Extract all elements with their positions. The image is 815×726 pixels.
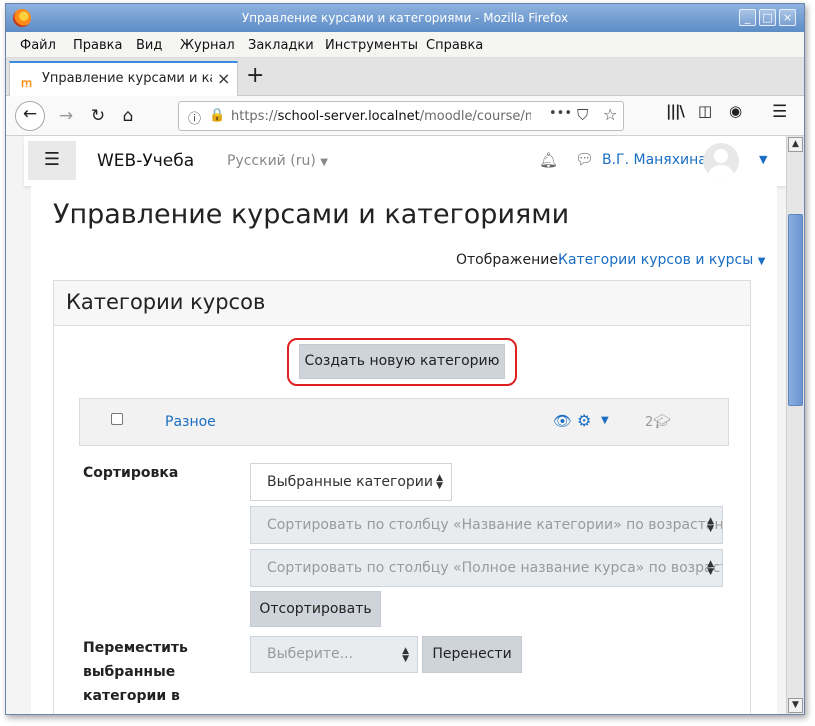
user-menu-caret-icon[interactable]: ▼ <box>759 153 767 166</box>
url-scheme: https:// <box>231 109 278 124</box>
create-category-button[interactable]: Создать новую категорию <box>299 344 505 379</box>
site-name[interactable]: WEB-Учеба <box>97 151 194 171</box>
course-count: 2🎓︎ <box>645 414 671 430</box>
info-icon[interactable]: ⓘ <box>188 108 201 127</box>
library-icon[interactable]: |||\ <box>666 102 685 120</box>
page-viewport: ☰ WEB-Учеба Русский (ru) ▼ 🔔︎ 💬︎ В.Г. Ма… <box>6 136 786 714</box>
scrollbar-thumb[interactable] <box>788 214 803 406</box>
moodle-favicon-icon: ꭑ <box>21 76 33 90</box>
visibility-eye-icon[interactable]: 👁︎ <box>553 412 572 430</box>
categories-heading: Категории курсов <box>66 290 266 314</box>
main-content: Управление курсами и категориями Отображ… <box>31 186 777 714</box>
sort-categories-value: Сортировать по столбцу «Название категор… <box>267 517 723 533</box>
home-button[interactable]: ⌂ <box>114 102 142 130</box>
settings-gear-icon[interactable]: ⚙ <box>577 411 591 430</box>
select-arrows-icon: ▲ ▼ <box>707 516 714 534</box>
language-menu[interactable]: Русский (ru) ▼ <box>227 153 328 169</box>
move-target-select[interactable]: Выберите... ▲ ▼ <box>250 636 418 673</box>
move-label: Переместить выбранные категории в <box>83 636 188 708</box>
category-name-link[interactable]: Разное <box>165 414 216 430</box>
sort-scope-select[interactable]: Выбранные категории ▲ ▼ <box>250 463 452 501</box>
menu-file[interactable]: Файл <box>20 38 56 53</box>
page-scrollbar[interactable]: ▲ ▼ <box>786 136 804 714</box>
back-button[interactable]: ← <box>15 101 45 131</box>
move-label-line: категории в <box>83 688 180 704</box>
sort-courses-value: Сортировать по столбцу «Полное название … <box>267 560 723 576</box>
new-tab-button[interactable]: + <box>246 63 264 88</box>
sort-categories-select[interactable]: Сортировать по столбцу «Название категор… <box>250 506 723 544</box>
scroll-up-arrow-icon[interactable]: ▲ <box>788 137 803 152</box>
title-bar: Управление курсами и категориями - Mozil… <box>6 4 804 32</box>
display-caret-icon: ▼ <box>757 256 766 267</box>
menu-history[interactable]: Журнал <box>180 38 235 53</box>
url-text[interactable]: https://school-server.localnet/moodle/co… <box>231 109 531 124</box>
menu-view[interactable]: Вид <box>136 38 162 53</box>
tab-label: Управление курсами и кате <box>42 71 212 86</box>
url-host: school-server.localnet <box>277 109 420 124</box>
display-mode-value: Категории курсов и курсы <box>558 252 754 268</box>
language-caret-icon: ▼ <box>320 157 328 168</box>
maximize-button[interactable]: □ <box>759 9 776 26</box>
sort-button[interactable]: Отсортировать <box>250 591 381 627</box>
url-bar[interactable]: ⓘ 🔒 https://school-server.localnet/moodl… <box>178 101 624 131</box>
move-label-line: Переместить <box>83 640 188 656</box>
drawer-toggle-button[interactable]: ☰ <box>28 141 76 180</box>
close-window-button[interactable]: × <box>779 9 796 26</box>
minimize-button[interactable]: _ <box>739 9 756 26</box>
browser-window: Управление курсами и категориями - Mozil… <box>5 3 805 715</box>
move-target-value: Выберите... <box>267 646 354 662</box>
sidebar-icon[interactable]: ◫ <box>698 102 712 120</box>
page-title: Управление курсами и категориями <box>53 199 570 230</box>
account-icon[interactable]: ◉ <box>729 102 742 120</box>
user-name[interactable]: В.Г. Маняхина <box>602 152 707 168</box>
url-path: /moodle/course/ma <box>419 109 531 124</box>
category-row: Разное 👁︎ ⚙ ▼ 2🎓︎ <box>79 398 729 446</box>
menu-tools[interactable]: Инструменты <box>325 38 418 53</box>
forward-button[interactable]: → <box>52 102 80 130</box>
display-label: Отображение: <box>456 252 563 268</box>
notifications-bell-icon[interactable]: 🔔︎ <box>539 151 558 169</box>
bookmark-star-icon[interactable]: ☆ <box>603 105 617 124</box>
reload-button[interactable]: ↻ <box>84 102 112 130</box>
moodle-navbar: ☰ WEB-Учеба Русский (ru) ▼ 🔔︎ 💬︎ В.Г. Ма… <box>24 136 786 186</box>
category-checkbox[interactable] <box>111 413 123 425</box>
categories-card-header: Категории курсов <box>54 281 750 326</box>
menu-edit[interactable]: Правка <box>73 38 122 53</box>
tab-strip: ꭑ Управление курсами и кате × + <box>6 58 804 96</box>
sort-label: Сортировка <box>83 465 179 481</box>
select-arrows-icon: ▲ ▼ <box>707 559 714 577</box>
tab-close-icon[interactable]: × <box>217 69 230 88</box>
move-button[interactable]: Перенести <box>422 636 522 673</box>
menu-bar: Файл Правка Вид Журнал Закладки Инструме… <box>6 32 804 58</box>
tab-course-management[interactable]: ꭑ Управление курсами и кате × <box>9 61 238 96</box>
navigation-toolbar: ← → ↻ ⌂ ⓘ 🔒 https://school-server.localn… <box>6 96 804 136</box>
categories-card: Категории курсов Создать новую категорию… <box>53 280 751 714</box>
menu-bookmarks[interactable]: Закладки <box>248 38 314 53</box>
window-title: Управление курсами и категориями - Mozil… <box>241 11 569 25</box>
page-actions-icon[interactable]: ••• <box>549 106 572 121</box>
scroll-down-arrow-icon[interactable]: ▼ <box>788 698 803 713</box>
graduation-cap-icon: 🎓︎ <box>653 414 672 430</box>
sort-courses-select[interactable]: Сортировать по столбцу «Полное название … <box>250 549 723 587</box>
select-arrows-icon: ▲ ▼ <box>436 473 443 491</box>
move-label-line: выбранные <box>83 664 176 680</box>
menu-help[interactable]: Справка <box>426 38 483 53</box>
pocket-icon[interactable]: ⛉ <box>577 106 588 124</box>
language-label: Русский (ru) <box>227 153 316 169</box>
display-mode-dropdown[interactable]: Категории курсов и курсы ▼ <box>558 252 765 268</box>
select-arrows-icon: ▲ ▼ <box>402 645 409 664</box>
actions-caret-icon[interactable]: ▼ <box>601 415 609 426</box>
messages-chat-icon[interactable]: 💬︎ <box>575 150 594 168</box>
insecure-lock-icon[interactable]: 🔒 <box>209 108 225 123</box>
sort-scope-value: Выбранные категории <box>267 474 433 490</box>
user-avatar[interactable] <box>703 143 739 179</box>
hamburger-menu-icon[interactable]: ☰ <box>772 102 787 122</box>
